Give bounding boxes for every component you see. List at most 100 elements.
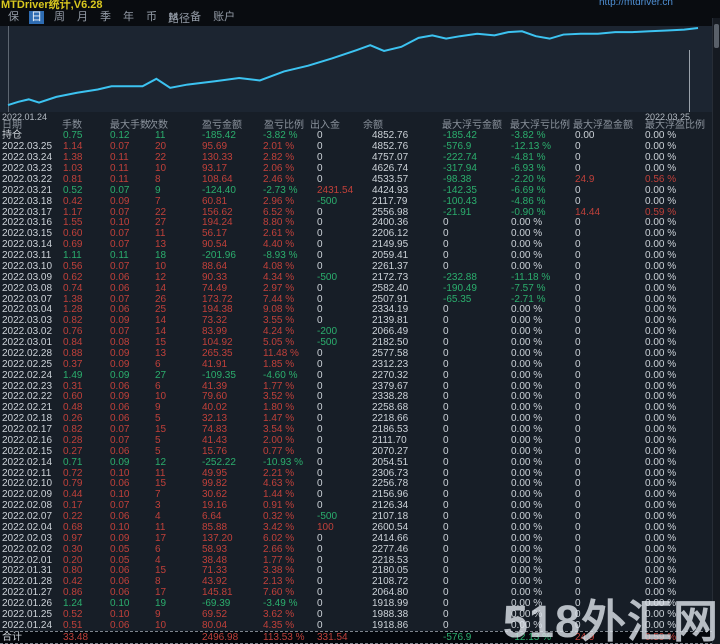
table-row[interactable]: 2022.03.100.560.071088.644.08 %02261.370… [0,262,713,273]
table-row[interactable]: 2022.02.030.970.0917137.206.02 %02414.66… [0,533,713,544]
table-row[interactable]: 2022.02.220.600.091079.603.52 %02338.280… [0,392,713,403]
toolbar-item-9[interactable]: 账户 [211,11,237,24]
table-row[interactable]: 2022.03.241.380.1122130.332.82 %04757.07… [0,153,713,164]
table-cell: 1.47 % [263,414,294,424]
table-row[interactable]: 2022.03.210.520.079-124.40-2.73 %2431.54… [0,185,713,196]
vertical-scrollbar[interactable] [712,18,720,644]
table-cell: 10 [155,392,166,402]
table-row[interactable]: 2022.02.090.440.10730.621.44 %02156.9600… [0,490,713,501]
table-cell: 9 [155,610,161,620]
toolbar-item-path[interactable]: 路径 [168,10,190,26]
table-cell: 0.00 % [645,131,676,141]
toolbar-item-4[interactable]: 季 [98,11,113,24]
table-cell: 2070.27 [372,447,408,457]
table-row[interactable]: 2022.02.160.280.07541.432.00 %02111.7000… [0,436,713,447]
table-cell: 0.00 % [511,218,542,228]
table-cell: 13 [155,240,166,250]
table-row[interactable]: 2022.03.041.280.0625194.389.08 %02334.19… [0,305,713,316]
table-row[interactable]: 2022.02.140.710.0912-252.22-10.93 %02054… [0,457,713,468]
toolbar-item-3[interactable]: 月 [75,11,90,24]
table-row[interactable]: 2022.02.040.680.101185.883.42 %1002600.5… [0,523,713,534]
table-cell: 0 [575,284,581,294]
table-row[interactable]: 2022.02.080.170.07319.160.91 %02126.3400… [0,501,713,512]
toolbar-item-0[interactable]: 保 [6,11,21,24]
table-cell: 2117.79 [372,197,407,207]
table-cell: 0.00 % [645,153,676,163]
table-cell: 0.07 [110,262,129,272]
table-row[interactable]: 2022.02.250.370.09641.911.85 %02312.2300… [0,359,713,370]
homepage-link[interactable]: http://mtdriver.cn [599,0,673,8]
table-cell: 0.00 % [511,240,542,250]
table-row[interactable]: 2022.03.140.690.071390.544.40 %02149.950… [0,240,713,251]
table-row[interactable]: 2022.02.010.200.05438.481.77 %02218.5300… [0,555,713,566]
table-cell: 7 [155,197,161,207]
table-cell: 18 [155,251,166,261]
table-cell: 0 [575,577,581,587]
equity-chart[interactable] [0,26,713,112]
table-cell: 0 [575,469,581,479]
table-row[interactable]: 2022.02.230.310.06641.391.77 %02379.6700… [0,381,713,392]
table-row[interactable]: 2022.03.161.550.1027194.248.80 %02400.36… [0,218,713,229]
table-cell: 0 [443,534,449,544]
column-header[interactable]: 出入金 [310,121,340,131]
table-cell: 0 [317,501,323,511]
table-row[interactable]: 2022.01.310.800.061571.333.38 %02180.050… [0,566,713,577]
table-cell: 8 [155,577,161,587]
table-cell: 0.06 [110,414,129,424]
table-cell: 8.80 % [263,218,294,228]
table-cell: 0 [443,338,449,348]
table-cell: 0.86 [63,588,82,598]
table-cell: 2379.67 [372,382,408,392]
table-row[interactable]: 2022.03.090.620.061290.334.34 %-5002172.… [0,272,713,283]
table-row[interactable]: 2022.03.071.380.0726173.727.44 %02507.91… [0,294,713,305]
table-cell: 0 [575,425,581,435]
table-row[interactable]: 持仓0.750.1211-185.42-3.82 %04852.76-185.4… [0,131,713,142]
table-cell: -2.71 % [511,295,545,305]
table-row[interactable]: 2022.03.020.760.071483.994.24 %-2002066.… [0,327,713,338]
table-row[interactable]: 2022.03.150.600.071156.172.61 %02206.120… [0,229,713,240]
table-row[interactable]: 2022.03.171.170.0722156.626.52 %02556.98… [0,207,713,218]
table-row[interactable]: 2022.03.010.840.0815104.925.05 %-5002182… [0,338,713,349]
toolbar-item-2[interactable]: 周 [52,11,67,24]
scrollbar-thumb[interactable] [714,24,719,48]
table-row[interactable]: 2022.02.180.260.06532.131.47 %02218.6600… [0,414,713,425]
table-cell: 0.00 % [645,240,676,250]
table-row[interactable]: 2022.03.030.820.091473.323.55 %02139.810… [0,316,713,327]
table-row[interactable]: 2022.03.080.740.061474.492.97 %02582.40-… [0,283,713,294]
table-cell: 0 [443,599,449,609]
table-cell: 0 [575,490,581,500]
table-row[interactable]: 2022.02.100.790.061599.824.63 %02256.780… [0,479,713,490]
table-cell: 0 [317,262,323,272]
table-cell: 113.53 % [263,633,305,643]
table-cell: 0.05 [110,556,129,566]
table-cell: 33.48 [63,633,88,643]
toolbar-item-5[interactable]: 年 [121,11,136,24]
table-row[interactable]: 2022.03.251.140.072095.692.01 %04852.76-… [0,142,713,153]
table-row[interactable]: 2022.01.280.420.06843.922.13 %02108.7200… [0,577,713,588]
table-cell: 6.02 % [263,534,294,544]
table-cell: 0.10 [110,469,129,479]
table-cell: 2022.02.24 [2,371,52,381]
table-row[interactable]: 2022.03.111.110.1118-201.96-8.93 %02059.… [0,251,713,262]
table-cell: 6.64 [202,512,221,522]
table-row[interactable]: 2022.02.241.490.0927-109.35-4.60 %02270.… [0,370,713,381]
table-cell: 1.24 [63,599,82,609]
table-row[interactable]: 2022.03.231.030.111093.172.06 %04626.74-… [0,164,713,175]
table-row[interactable]: 2022.03.180.420.09760.812.96 %-5002117.7… [0,196,713,207]
table-row[interactable]: 2022.02.280.880.0913265.3511.48 %02577.5… [0,349,713,360]
table-row[interactable]: 2022.02.170.820.071574.833.54 %02186.530… [0,425,713,436]
table-cell: 0.06 [110,512,129,522]
table-row[interactable]: 2022.02.150.270.06515.760.77 %02070.2700… [0,446,713,457]
table-row[interactable]: 2022.02.020.300.05658.932.66 %02277.4600… [0,544,713,555]
table-row[interactable]: 2022.02.210.480.06940.021.80 %02258.6800… [0,403,713,414]
toolbar-item-1[interactable]: 日 [29,11,44,24]
toolbar-item-8[interactable]: 备 [188,11,203,24]
table-cell: 0 [443,447,449,457]
table-cell: 0 [317,240,323,250]
table-row[interactable]: 2022.02.070.220.0646.640.32 %-5002107.18… [0,512,713,523]
table-cell: 2.96 % [263,197,294,207]
table-row[interactable]: 2022.02.110.720.101149.952.21 %02306.730… [0,468,713,479]
toolbar-item-6[interactable]: 币 [144,11,159,24]
table-cell: -12.13 % [511,142,551,152]
table-row[interactable]: 2022.03.220.810.118108.642.46 %04533.57-… [0,175,713,186]
